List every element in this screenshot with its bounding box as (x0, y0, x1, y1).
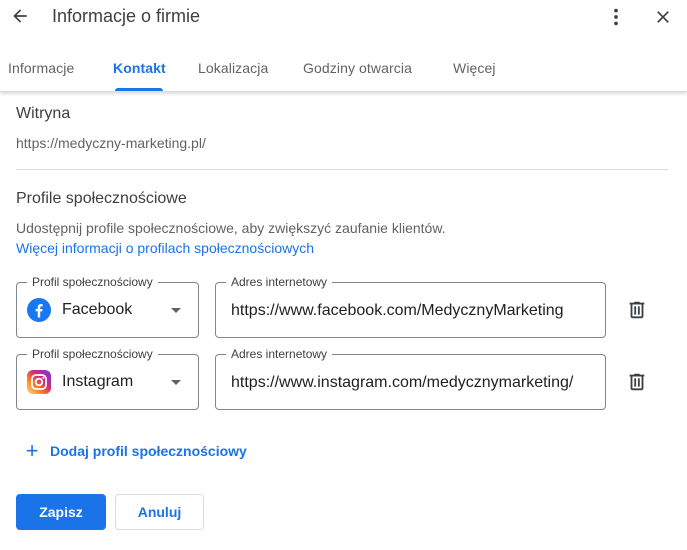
instagram-icon (27, 370, 51, 394)
profile-select-instagram[interactable]: Profil społecznościowy Instagram (16, 347, 199, 410)
dialog-title: Informacje o firmie (52, 6, 201, 26)
trash-icon (629, 373, 645, 391)
website-value: https://medyczny-marketing.pl/ (16, 135, 206, 151)
more-vert-icon (614, 8, 618, 26)
profile-url-field-instagram[interactable]: Adres internetowy https://www.instagram.… (215, 347, 606, 410)
close-button[interactable] (650, 4, 676, 30)
tab-lokalizacja[interactable]: Lokalizacja (198, 60, 268, 76)
delete-profile-button[interactable] (624, 297, 650, 323)
close-icon (657, 11, 669, 23)
profile-select-label: Profil społecznościowy (27, 347, 158, 361)
add-profile-button[interactable]: + Dodaj profil społecznościowy (22, 440, 247, 462)
chevron-down-icon (171, 380, 181, 385)
add-profile-label: Dodaj profil społecznościowy (50, 443, 247, 459)
active-tab-indicator (115, 88, 163, 91)
social-heading: Profile społecznościowe (16, 190, 187, 207)
trash-icon (629, 301, 645, 319)
profile-network-name: Instagram (62, 373, 134, 390)
profile-url-field-facebook[interactable]: Adres internetowy https://www.facebook.c… (215, 275, 606, 338)
back-button[interactable] (6, 4, 34, 28)
save-button[interactable]: Zapisz (16, 494, 106, 530)
section-divider (16, 169, 668, 170)
profile-url-value: https://www.instagram.com/medycznymarket… (231, 374, 574, 391)
profile-url-value: https://www.facebook.com/MedycznyMarketi… (231, 302, 564, 319)
profile-select-label: Profil społecznościowy (27, 275, 158, 289)
tab-wiecej[interactable]: Więcej (453, 60, 496, 76)
website-label: Witryna (16, 105, 71, 122)
dialog-header: Informacje o firmie (0, 0, 687, 34)
more-options-button[interactable] (603, 4, 629, 30)
url-field-label: Adres internetowy (226, 275, 333, 289)
arrow-back-icon (13, 9, 27, 23)
plus-icon: + (25, 438, 39, 463)
tab-informacje[interactable]: Informacje (8, 60, 74, 76)
tab-godziny-otwarcia[interactable]: Godziny otwarcia (303, 60, 412, 76)
cancel-button[interactable]: Anuluj (115, 494, 204, 530)
profile-select-facebook[interactable]: Profil społecznościowy Facebook (16, 275, 199, 338)
profile-network-name: Facebook (62, 301, 133, 318)
social-description: Udostępnij profile społecznościowe, aby … (16, 220, 446, 236)
chevron-down-icon (171, 308, 181, 313)
tab-bar: Informacje Kontakt Lokalizacja Godziny o… (0, 46, 687, 92)
social-info-link[interactable]: Więcej informacji o profilach społecznoś… (16, 240, 314, 256)
url-field-label: Adres internetowy (226, 347, 333, 361)
delete-profile-button[interactable] (624, 369, 650, 395)
facebook-icon (27, 298, 51, 322)
tab-kontakt[interactable]: Kontakt (113, 60, 166, 76)
